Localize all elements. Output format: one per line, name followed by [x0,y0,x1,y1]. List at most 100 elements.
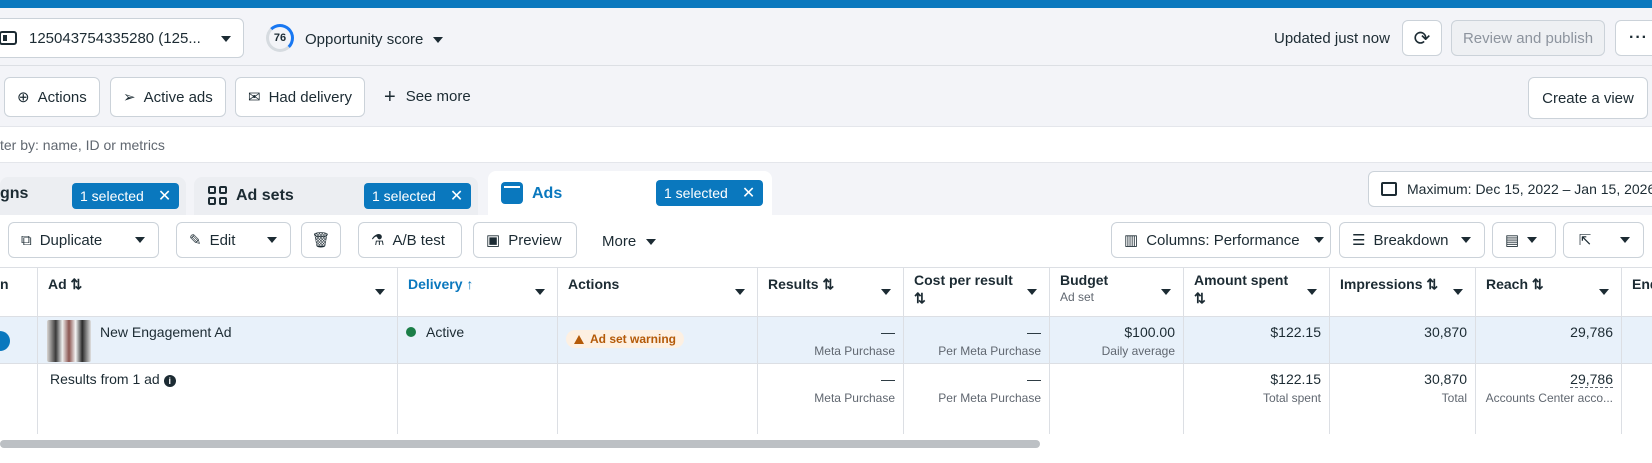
chevron-down-icon[interactable] [1307,289,1317,295]
column-header-reach[interactable]: Reach ⇅ [1476,268,1622,316]
column-header-actions[interactable]: Actions [558,268,758,316]
horizontal-scrollbar[interactable] [0,440,1652,450]
export-dropdown[interactable] [1606,222,1644,258]
column-header-budget[interactable]: Budget Ad set [1050,268,1184,316]
column-header-results[interactable]: Results ⇅ [758,268,904,316]
close-icon[interactable]: ✕ [450,186,463,206]
export-icon: ⇱ [1578,232,1592,249]
envelope-icon: ✉ [248,89,261,106]
toggle-cell[interactable] [0,317,38,363]
info-icon[interactable]: i [163,375,176,387]
tab-ads[interactable]: Ads 1 selected ✕ [488,171,772,215]
preview-button[interactable]: ▣ Preview [473,222,577,258]
edit-dropdown[interactable] [253,222,291,258]
delete-button[interactable]: 🗑 [301,222,341,258]
opportunity-score-label[interactable]: Opportunity score [305,31,423,48]
date-range-button[interactable]: Maximum: Dec 15, 2022 – Jan 15, 2026 [1368,171,1652,207]
create-view-button[interactable]: Create a view [1528,77,1648,119]
refresh-button[interactable]: ⟳ [1402,20,1442,56]
more-actions-label: More [602,233,637,250]
preview-label: Preview [508,231,562,249]
edit-button[interactable]: ✎ Edit [176,222,254,258]
summary-label: Results from 1 ad [50,371,160,387]
chevron-down-icon [1460,237,1471,243]
chevron-down-icon[interactable] [1161,289,1171,295]
ad-name-cell[interactable]: New Engagement Ad [38,317,398,363]
export-button[interactable]: ⇱ [1563,222,1607,258]
chevron-down-icon [221,36,231,42]
reach-header-label: Reach ⇅ [1486,276,1544,292]
active-toggle[interactable] [0,331,10,351]
ad-set-warning-badge[interactable]: Ad set warning [566,330,685,348]
ab-test-button[interactable]: ⚗ A/B test [358,222,462,258]
more-actions-button[interactable]: More [602,233,657,250]
edit-label: Edit [209,231,236,249]
reports-button[interactable]: ▤ [1492,222,1556,258]
breakdown-icon: ☰ [1352,232,1366,249]
header-bar: 125043754335280 (125... 76 Opportunity s… [0,8,1652,66]
chevron-down-icon[interactable] [1453,289,1463,295]
level-tabs: gns 1 selected ✕ Ad sets 1 selected ✕ Ad… [0,163,1652,215]
ad-header-label: Ad ⇅ [48,276,83,292]
review-and-publish-button[interactable]: Review and publish [1451,20,1605,56]
ads-selected-badge[interactable]: 1 selected ✕ [656,180,764,206]
columns-button[interactable]: ▥ Columns: Performance [1111,222,1331,258]
column-header-impressions[interactable]: Impressions ⇅ [1330,268,1476,316]
results-sub: Meta Purchase [814,344,895,358]
column-header-ad[interactable]: Ad ⇅ [38,268,398,316]
tab-campaigns[interactable]: gns 1 selected ✕ [0,177,186,215]
summary-empty-cell [0,364,38,434]
column-header-end[interactable]: End [1622,268,1652,316]
active-ads-filter-button[interactable]: ➢ Active ads [110,77,226,117]
breakdown-button[interactable]: ☰ Breakdown [1339,222,1485,258]
chevron-down-icon[interactable] [1027,289,1037,295]
chevron-down-icon[interactable] [433,37,443,43]
flask-icon: ⚗ [371,232,385,249]
copy-icon: ⧉ [21,231,32,249]
column-header-first[interactable]: n [0,268,38,316]
ad-thumbnail[interactable] [47,320,91,362]
scrollbar-thumb[interactable] [0,440,1040,448]
chevron-down-icon[interactable] [535,289,545,295]
see-more-button[interactable]: + See more [384,87,471,107]
had-delivery-filter-button[interactable]: ✉ Had delivery [235,77,365,117]
ad-sets-selected-badge[interactable]: 1 selected ✕ [364,183,472,209]
actions-filter-button[interactable]: ⊕ Actions [4,77,100,117]
column-header-cost-per-result[interactable]: Cost per result ⇅ [904,268,1050,316]
budget-cell[interactable]: $100.00 Daily average [1050,317,1184,363]
column-header-amount-spent[interactable]: Amount spent ⇅ [1184,268,1330,316]
had-delivery-filter-label: Had delivery [268,88,352,106]
account-selector[interactable]: 125043754335280 (125... [0,18,244,58]
ad-name[interactable]: New Engagement Ad [100,324,232,340]
close-icon[interactable]: ✕ [158,186,171,206]
table-row[interactable]: New Engagement Ad Active Ad set warning … [0,316,1652,364]
chevron-down-icon[interactable] [735,289,745,295]
close-icon[interactable]: ✕ [742,183,755,203]
campaigns-selected-label: 1 selected [80,188,144,204]
summary-budget-cell [1050,364,1184,434]
chevron-down-icon[interactable] [1599,289,1609,295]
more-options-button[interactable]: ··· [1615,20,1652,56]
cost-value: — [1027,324,1041,340]
opportunity-score-gauge[interactable]: 76 [266,24,294,52]
amount-spent-cell: $122.15 [1184,317,1330,363]
duplicate-dropdown[interactable] [121,222,159,258]
chevron-down-icon[interactable] [375,289,385,295]
chevron-down-icon[interactable] [881,289,891,295]
search-bar[interactable]: ter by: name, ID or metrics [0,126,1652,163]
search-input[interactable]: ter by: name, ID or metrics [0,137,165,153]
summary-reach-cell: 29,786 Accounts Center acco... [1476,364,1622,434]
summary-amount-sub: Total spent [1262,391,1321,405]
summary-results-value: — [881,371,895,387]
summary-reach-value[interactable]: 29,786 [1570,371,1613,388]
campaigns-selected-badge[interactable]: 1 selected ✕ [72,183,180,209]
duplicate-button[interactable]: ⧉ Duplicate [8,222,122,258]
chevron-down-icon [1619,237,1630,243]
results-cell: — Meta Purchase [758,317,904,363]
actions-cell[interactable]: Ad set warning [558,317,758,363]
pencil-icon: ✎ [189,232,202,249]
summary-cost-cell: — Per Meta Purchase [904,364,1050,434]
tab-ad-sets[interactable]: Ad sets 1 selected ✕ [194,177,478,215]
delivery-status: Active [426,324,465,340]
column-header-delivery[interactable]: Delivery ↑ [398,268,558,316]
